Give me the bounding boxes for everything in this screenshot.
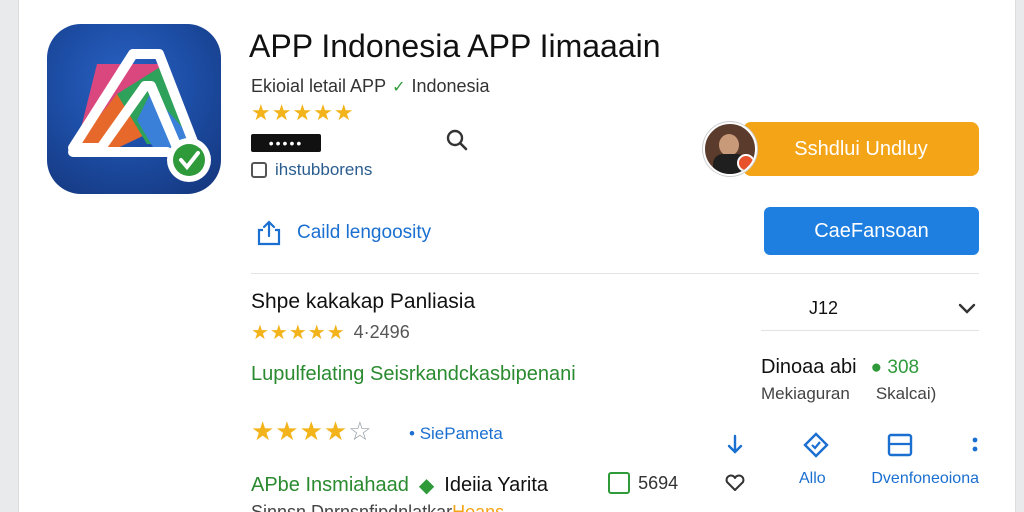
bottom-dark-text: Ideiia Yarita <box>444 474 549 496</box>
app-meta-text: ihstubborens <box>275 160 373 179</box>
action-icon-row <box>725 432 979 463</box>
chevron-down-icon <box>957 298 977 318</box>
age-rating-badge: ••••• <box>251 134 321 152</box>
download-icon[interactable] <box>725 434 745 461</box>
share-label: Caild lengoosity <box>297 222 432 243</box>
tag-icon[interactable] <box>803 432 829 463</box>
review-link[interactable]: • SiePameta <box>409 424 503 444</box>
section-rating-stars: ★★★★★ <box>251 322 346 344</box>
section-description: Lupulfelating Seisrkandckasbipenani <box>251 363 576 385</box>
review-stars[interactable]: ★★★★ ☆ <box>251 416 373 447</box>
section-rating-count: 4·2496 <box>353 322 410 342</box>
app-rating-stars: ★★★★★ <box>251 100 355 125</box>
app-title: APP Indonesia APP Iimaaain <box>249 28 661 64</box>
bottom-row: APbe Insmiahaad ◆ Ideiia Yarita 5694 <box>251 472 678 499</box>
avatar-badge-icon <box>737 154 755 172</box>
version-dropdown[interactable]: J12 <box>761 286 979 331</box>
developer-country: Indonesia <box>411 76 490 96</box>
primary-action-button[interactable]: CaeFansoan <box>764 207 979 255</box>
section-title: Shpe kakakap Panliasia <box>251 290 476 313</box>
download-sub-row: Mekiaguran Skalcai) <box>761 384 936 404</box>
section-rating-row: ★★★★★ 4·2496 <box>251 320 410 345</box>
download-label: Dinoaa abi <box>761 356 857 378</box>
share-action[interactable]: Caild lengoosity <box>257 220 431 246</box>
bottom-number: 5694 <box>638 472 679 493</box>
truncated-line: Sinnsn DnrnsnfipdnlatkarHoans <box>251 502 505 512</box>
list-icon[interactable] <box>887 432 913 463</box>
developer-name[interactable]: Ekioial letail APP <box>251 76 386 97</box>
check-box-icon <box>608 472 631 494</box>
app-logo-icon <box>47 24 221 194</box>
bottom-green-text: APbe Insmiahaad <box>251 474 409 496</box>
share-icon <box>257 220 281 246</box>
verified-icon: ✓ <box>392 78 406 96</box>
install-group: Sshdlui Undluy <box>703 122 979 176</box>
more-icon[interactable] <box>971 434 979 461</box>
verified-icon: ◆ <box>418 475 435 497</box>
version-value: J12 <box>809 297 839 318</box>
app-subtitle-row: Ekioial letail APP ✓ Indonesia <box>251 76 490 97</box>
review-star-empty: ☆ <box>348 416 373 446</box>
search-icon[interactable] <box>445 128 469 152</box>
app-meta-line: ihstubborens <box>251 160 372 180</box>
download-stat: Dinoaa abi ● 308 <box>761 356 919 379</box>
install-button[interactable]: Sshdlui Undluy <box>743 122 979 176</box>
app-detail-card: APP Indonesia APP Iimaaain Ekioial letai… <box>18 0 1016 512</box>
review-stars-filled: ★★★★ <box>251 416 349 446</box>
download-sub-right: Skalcai) <box>875 384 937 403</box>
heart-icon[interactable] <box>725 474 745 492</box>
download-sub-left: Mekiaguran <box>761 384 850 403</box>
action-label-row: Allo Dvenfoneoiona <box>799 470 979 488</box>
download-count: ● 308 <box>870 356 920 378</box>
action-label-1[interactable]: Allo <box>799 470 826 488</box>
avatar[interactable] <box>703 122 757 176</box>
bottom-number-group: 5694 <box>608 472 678 499</box>
info-icon <box>251 162 267 178</box>
action-label-2[interactable]: Dvenfoneoiona <box>871 470 979 488</box>
divider <box>251 273 979 274</box>
